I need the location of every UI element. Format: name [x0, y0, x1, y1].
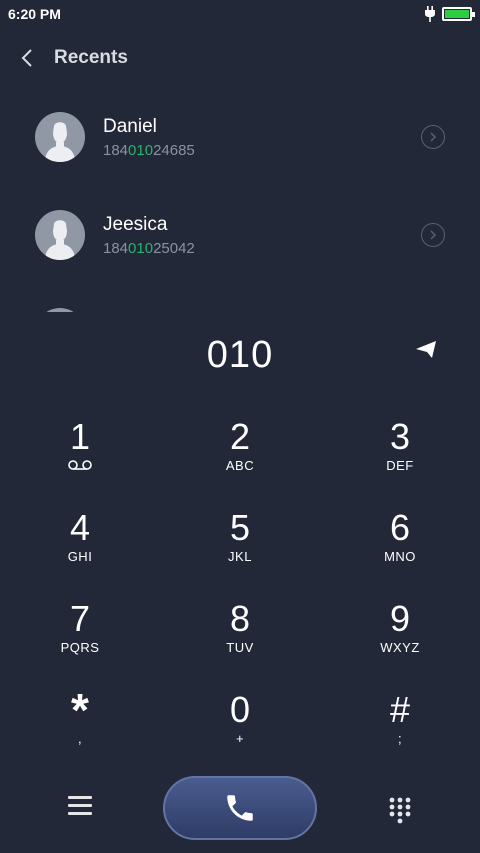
- key-letters: +: [235, 730, 245, 746]
- list-item-partial[interactable]: [0, 284, 480, 312]
- contact-name: Daniel: [103, 116, 157, 137]
- key-letters: PQRS: [60, 639, 100, 655]
- contact-detail-button[interactable]: [421, 223, 445, 247]
- send-button[interactable]: [414, 338, 440, 362]
- key-3[interactable]: 3 DEF: [320, 410, 480, 501]
- number-suffix: 24685: [153, 142, 195, 159]
- key-letters: ,: [77, 730, 83, 746]
- contact-number: 18401024685: [103, 142, 195, 159]
- back-button[interactable]: [0, 38, 54, 78]
- key-star[interactable]: * ,: [0, 683, 160, 774]
- page-title: Recents: [54, 47, 128, 68]
- key-5[interactable]: 5 JKL: [160, 501, 320, 592]
- chevron-right-circle-icon: [430, 230, 437, 240]
- key-digit: 6: [389, 507, 411, 548]
- status-icons: [424, 6, 475, 22]
- voicemail-icon: [68, 460, 92, 470]
- send-arrow-icon: [416, 341, 436, 358]
- key-1[interactable]: 1: [0, 410, 160, 501]
- key-letters: MNO: [384, 548, 416, 564]
- key-digit: 3: [389, 416, 411, 457]
- avatar: [35, 308, 85, 312]
- keypad: 1 2 ABC 3 DEF 4 GHI 5 JKL 6 MNO 7 PQRS 8…: [0, 410, 480, 774]
- key-6[interactable]: 6 MNO: [320, 501, 480, 592]
- contact-info: Jeesica 18401025042: [103, 213, 195, 257]
- key-digit: 8: [229, 598, 251, 639]
- person-silhouette-icon: [45, 220, 75, 260]
- key-digit: 2: [229, 416, 251, 457]
- key-letters: WXYZ: [380, 639, 420, 655]
- person-silhouette-icon: [45, 122, 75, 162]
- key-digit: 0: [229, 689, 251, 730]
- list-item[interactable]: Daniel 18401024685: [0, 88, 480, 186]
- charging-plug-icon: [425, 6, 435, 22]
- key-letters: TUV: [226, 639, 254, 655]
- number-match: 010: [128, 142, 154, 159]
- status-bar: 6:20 PM: [0, 0, 480, 28]
- key-4[interactable]: 4 GHI: [0, 501, 160, 592]
- key-8[interactable]: 8 TUV: [160, 592, 320, 683]
- key-0[interactable]: 0 +: [160, 683, 320, 774]
- dialed-number: 010: [206, 334, 274, 376]
- status-time: 6:20 PM: [8, 6, 61, 22]
- dialpad-toggle-button[interactable]: [388, 796, 412, 824]
- key-letters: ;: [397, 730, 403, 746]
- key-7[interactable]: 7 PQRS: [0, 592, 160, 683]
- contact-info: Daniel 18401024685: [103, 115, 195, 159]
- battery-fill: [445, 10, 469, 18]
- key-2[interactable]: 2 ABC: [160, 410, 320, 501]
- list-item[interactable]: Jeesica 18401025042: [0, 186, 480, 284]
- number-suffix: 25042: [153, 240, 195, 257]
- contact-name: Jeesica: [103, 214, 168, 235]
- dial-display: 010: [0, 330, 480, 382]
- key-digit: *: [71, 684, 89, 736]
- menu-button[interactable]: [68, 796, 92, 816]
- bottom-bar: [0, 776, 480, 840]
- key-digit: #: [389, 689, 411, 730]
- key-9[interactable]: 9 WXYZ: [320, 592, 480, 683]
- key-letters: DEF: [386, 457, 414, 473]
- key-letters: JKL: [228, 548, 252, 564]
- battery-icon: [442, 7, 475, 21]
- key-digit: 4: [69, 507, 91, 548]
- key-digit: 1: [69, 416, 91, 457]
- key-digit: 7: [69, 598, 91, 639]
- header: Recents: [0, 38, 480, 78]
- phone-icon: [227, 795, 253, 821]
- contact-detail-button[interactable]: [421, 125, 445, 149]
- number-prefix: 184: [103, 240, 129, 257]
- number-prefix: 184: [103, 142, 129, 159]
- key-digit: 5: [229, 507, 251, 548]
- hamburger-menu-icon: [68, 796, 92, 815]
- key-letters: [68, 457, 92, 473]
- avatar: [35, 210, 85, 260]
- key-letters: ABC: [225, 457, 255, 473]
- call-button[interactable]: [163, 776, 317, 840]
- key-digit: 9: [389, 598, 411, 639]
- contact-number: 18401025042: [103, 240, 195, 257]
- chevron-right-circle-icon: [430, 132, 437, 142]
- number-match: 010: [128, 240, 154, 257]
- avatar: [35, 112, 85, 162]
- dialpad-grid-icon: [389, 797, 411, 824]
- chevron-left-icon: [21, 49, 32, 67]
- key-letters: GHI: [67, 548, 93, 564]
- recents-list: Daniel 18401024685 Jeesica 18401025042: [0, 88, 480, 312]
- key-hash[interactable]: # ;: [320, 683, 480, 774]
